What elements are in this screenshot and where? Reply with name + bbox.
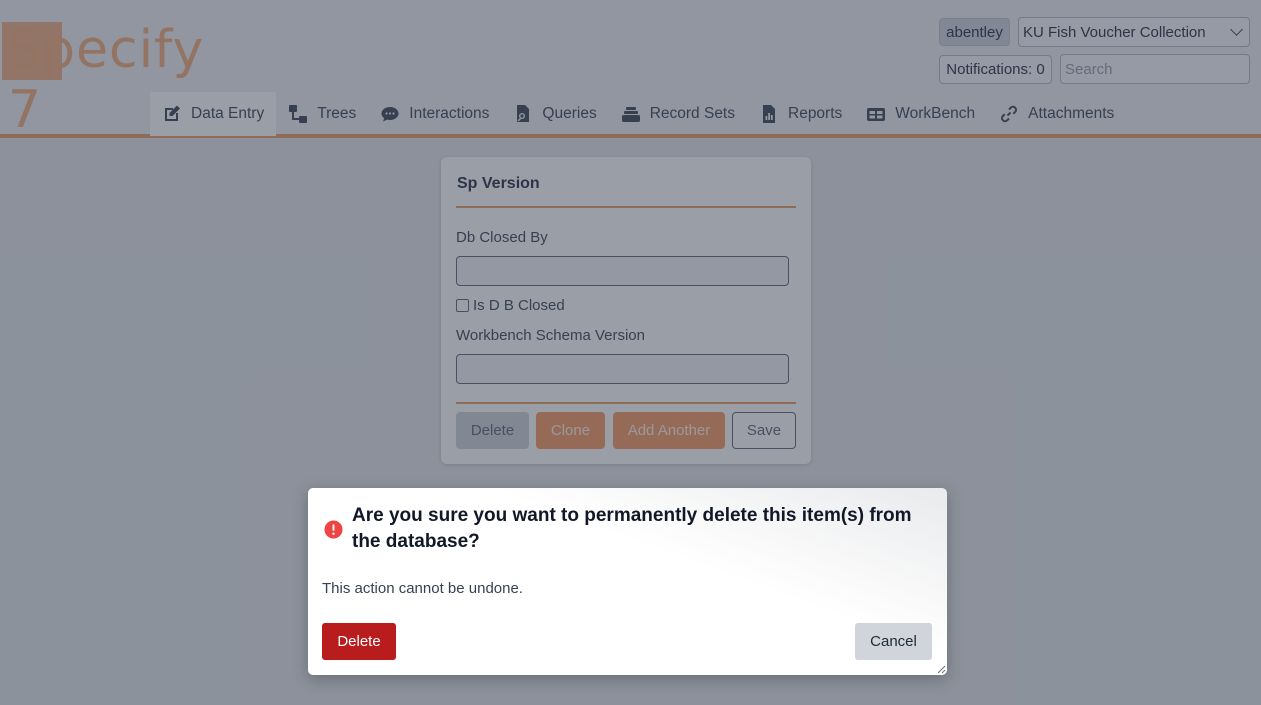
app-root: Specify 7 abentley KU Fish Voucher Colle… xyxy=(0,0,1261,705)
resize-handle-icon[interactable] xyxy=(936,664,946,674)
delete-confirm-dialog: Are you sure you want to permanently del… xyxy=(308,488,947,675)
dialog-message: This action cannot be undone. xyxy=(322,580,523,597)
cancel-button[interactable]: Cancel xyxy=(855,623,932,660)
exclamation-circle-icon xyxy=(324,520,343,539)
confirm-delete-button[interactable]: Delete xyxy=(322,623,396,660)
dialog-title: Are you sure you want to permanently del… xyxy=(352,505,912,552)
